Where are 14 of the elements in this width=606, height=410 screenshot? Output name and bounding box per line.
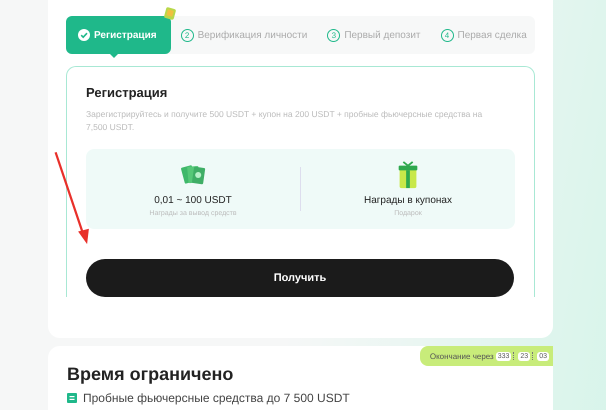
check-icon bbox=[78, 29, 90, 41]
reward-value: Награды в купонах bbox=[364, 195, 452, 206]
countdown-label: Окончание через bbox=[430, 352, 494, 360]
task-description: Зарегистрируйтесь и получите 500 USDT + купон на 200 USDT + пробные фьючерсные средства на 7,500 USDT. bbox=[86, 108, 484, 134]
list-icon bbox=[67, 393, 77, 403]
claim-button[interactable]: Получить bbox=[86, 259, 514, 297]
reward-value: 0,01 ~ 100 USDT bbox=[154, 195, 232, 206]
promo-item: Пробные фьючерсные средства до 7 500 USDT bbox=[83, 391, 350, 405]
coupon-icon bbox=[163, 6, 177, 21]
task-title: Регистрация bbox=[86, 85, 168, 100]
step-tab[interactable]: 2 Верификация личности bbox=[170, 28, 318, 42]
step-tab[interactable]: 4 Первая сделка bbox=[430, 28, 537, 42]
step-tab[interactable]: 3 Первый депозит bbox=[317, 28, 430, 42]
promo-title: Время ограничено bbox=[67, 364, 234, 385]
